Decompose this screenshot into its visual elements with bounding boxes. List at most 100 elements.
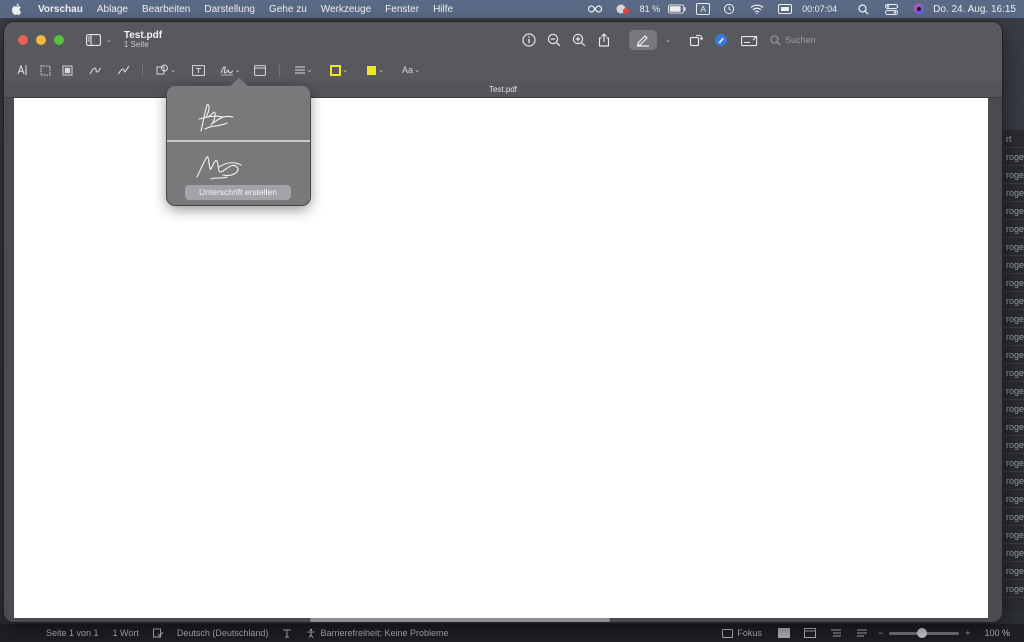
menu-clock[interactable]: Do. 24. Aug. 16:15 — [933, 4, 1016, 15]
word-accessibility-label: Barrierefreiheit: Keine Probleme — [320, 628, 449, 638]
web-layout-icon[interactable] — [803, 628, 816, 638]
siri-icon[interactable] — [910, 2, 928, 16]
menu-hilfe[interactable]: Hilfe — [433, 4, 453, 15]
background-text-fragment: roge — [1000, 544, 1024, 562]
time-machine-icon[interactable] — [720, 2, 738, 16]
menu-bearbeiten[interactable]: Bearbeiten — [142, 4, 190, 15]
input-source-icon[interactable]: A — [696, 3, 711, 15]
background-text-fragment: roge — [1000, 328, 1024, 346]
fullscreen-button[interactable] — [54, 35, 64, 45]
word-accessibility[interactable]: Barrierefreiheit: Keine Probleme — [306, 628, 449, 638]
text-selection-button[interactable] — [12, 61, 34, 79]
word-zoom-slider[interactable] — [889, 627, 960, 638]
shapes-icon — [156, 64, 169, 75]
word-page-count[interactable]: Seite 1 von 1 — [46, 628, 99, 638]
chevron-down-icon: ⌄ — [106, 37, 112, 44]
word-status-bar: Seite 1 von 1 1 Wort Deutsch (Deutschlan… — [0, 624, 1024, 642]
sketch-icon — [89, 67, 101, 75]
document-canvas — [4, 98, 1002, 622]
word-text-predictions-icon[interactable] — [282, 628, 292, 638]
info-button[interactable] — [519, 30, 539, 50]
text-style-button[interactable]: Aa ⌄ — [396, 61, 426, 79]
background-text-fragment: roge — [1000, 166, 1024, 184]
control-center-icon[interactable] — [882, 2, 900, 16]
saved-signature-1[interactable] — [167, 94, 310, 144]
chevron-down-icon: ⌄ — [170, 67, 176, 74]
background-text-fragment: roge — [1000, 454, 1024, 472]
zoom-out-button[interactable] — [544, 30, 564, 50]
background-text-fragment: roge — [1000, 148, 1024, 166]
toolbar-separator — [142, 63, 143, 77]
background-text-fragment: roge — [1000, 472, 1024, 490]
background-text-fragment: roge — [1000, 238, 1024, 256]
zoom-in-icon[interactable]: + — [965, 628, 970, 638]
signature-button[interactable]: ⌄ — [215, 61, 245, 79]
apple-icon[interactable] — [12, 3, 26, 15]
chevron-down-icon: ⌄ — [414, 67, 420, 74]
background-text-fragment: roge — [1000, 202, 1024, 220]
wifi-icon[interactable] — [748, 2, 766, 16]
chevron-down-icon: ⌄ — [306, 67, 313, 74]
horizontal-scrollbar[interactable] — [310, 618, 610, 622]
chevron-down-icon: ⌄ — [665, 37, 671, 44]
note-icon — [254, 64, 266, 76]
text-box-button[interactable] — [187, 61, 209, 79]
sidebar-toggle-button[interactable]: ⌄ — [86, 34, 112, 46]
word-zoom-slider-knob[interactable] — [916, 627, 927, 638]
form-fill-button[interactable] — [740, 30, 760, 50]
zoom-in-button[interactable] — [569, 30, 589, 50]
markup-toggle-button[interactable] — [628, 30, 657, 50]
text-style-label: Aa — [402, 65, 414, 75]
word-proofing-icon[interactable] — [152, 628, 163, 638]
share-button[interactable] — [594, 30, 614, 50]
menu-app-name[interactable]: Vorschau — [38, 4, 83, 15]
background-text-fragment: roge — [1000, 256, 1024, 274]
line-style-button[interactable]: ⌄ — [288, 61, 318, 79]
share-icon — [598, 33, 610, 47]
menu-gehe-zu[interactable]: Gehe zu — [269, 4, 307, 15]
infinity-icon[interactable] — [586, 2, 604, 16]
draw-button[interactable] — [112, 61, 134, 79]
highlight-button[interactable] — [711, 30, 731, 50]
close-button[interactable] — [18, 35, 28, 45]
word-language[interactable]: Deutsch (Deutschland) — [177, 628, 269, 638]
word-zoom-level[interactable]: 100 % — [984, 628, 1010, 638]
menu-werkzeuge[interactable]: Werkzeuge — [321, 4, 371, 15]
redact-button[interactable] — [56, 61, 78, 79]
outline-view-icon[interactable] — [830, 628, 842, 638]
recording-timer[interactable]: 00:07:04 — [802, 4, 837, 14]
create-signature-button[interactable]: Unterschrift erstellen — [185, 185, 291, 200]
fill-color-button[interactable]: ⌄ — [360, 61, 390, 79]
menu-darstellung[interactable]: Darstellung — [204, 4, 255, 15]
word-word-count[interactable]: 1 Wort — [113, 628, 139, 638]
draft-view-icon[interactable] — [856, 628, 868, 638]
print-layout-icon[interactable] — [777, 628, 790, 638]
rect-selection-button[interactable] — [34, 61, 56, 79]
battery-percent[interactable]: 81 % — [640, 4, 661, 14]
screen-recording-icon[interactable] — [776, 2, 794, 16]
menu-ablage[interactable]: Ablage — [97, 4, 128, 15]
background-text-fragment: roge — [1000, 400, 1024, 418]
sidebar-icon — [86, 34, 101, 46]
sketch-button[interactable] — [84, 61, 106, 79]
background-text-fragment: roge — [1000, 220, 1024, 238]
background-text-fragment: roge — [1000, 490, 1024, 508]
battery-icon[interactable] — [668, 2, 686, 16]
form-icon — [740, 35, 757, 46]
menu-fenster[interactable]: Fenster — [385, 4, 419, 15]
markup-options-chevron[interactable]: ⌄ — [662, 30, 674, 50]
vpn-status-icon[interactable] — [614, 2, 632, 16]
minimize-button[interactable] — [36, 35, 46, 45]
zoom-in-icon — [572, 33, 586, 47]
pdf-page[interactable] — [14, 98, 988, 618]
search-field[interactable]: Suchen — [770, 29, 1002, 51]
border-color-button[interactable]: ⌄ — [324, 61, 354, 79]
background-text-fragment: roge — [1000, 526, 1024, 544]
line-style-icon — [294, 66, 305, 74]
rotate-button[interactable] — [686, 30, 706, 50]
note-button[interactable] — [249, 61, 271, 79]
spotlight-search-icon[interactable] — [854, 2, 872, 16]
shapes-button[interactable]: ⌄ — [151, 61, 181, 79]
zoom-out-icon[interactable]: − — [878, 628, 883, 638]
word-focus-button[interactable]: Fokus — [722, 628, 762, 638]
